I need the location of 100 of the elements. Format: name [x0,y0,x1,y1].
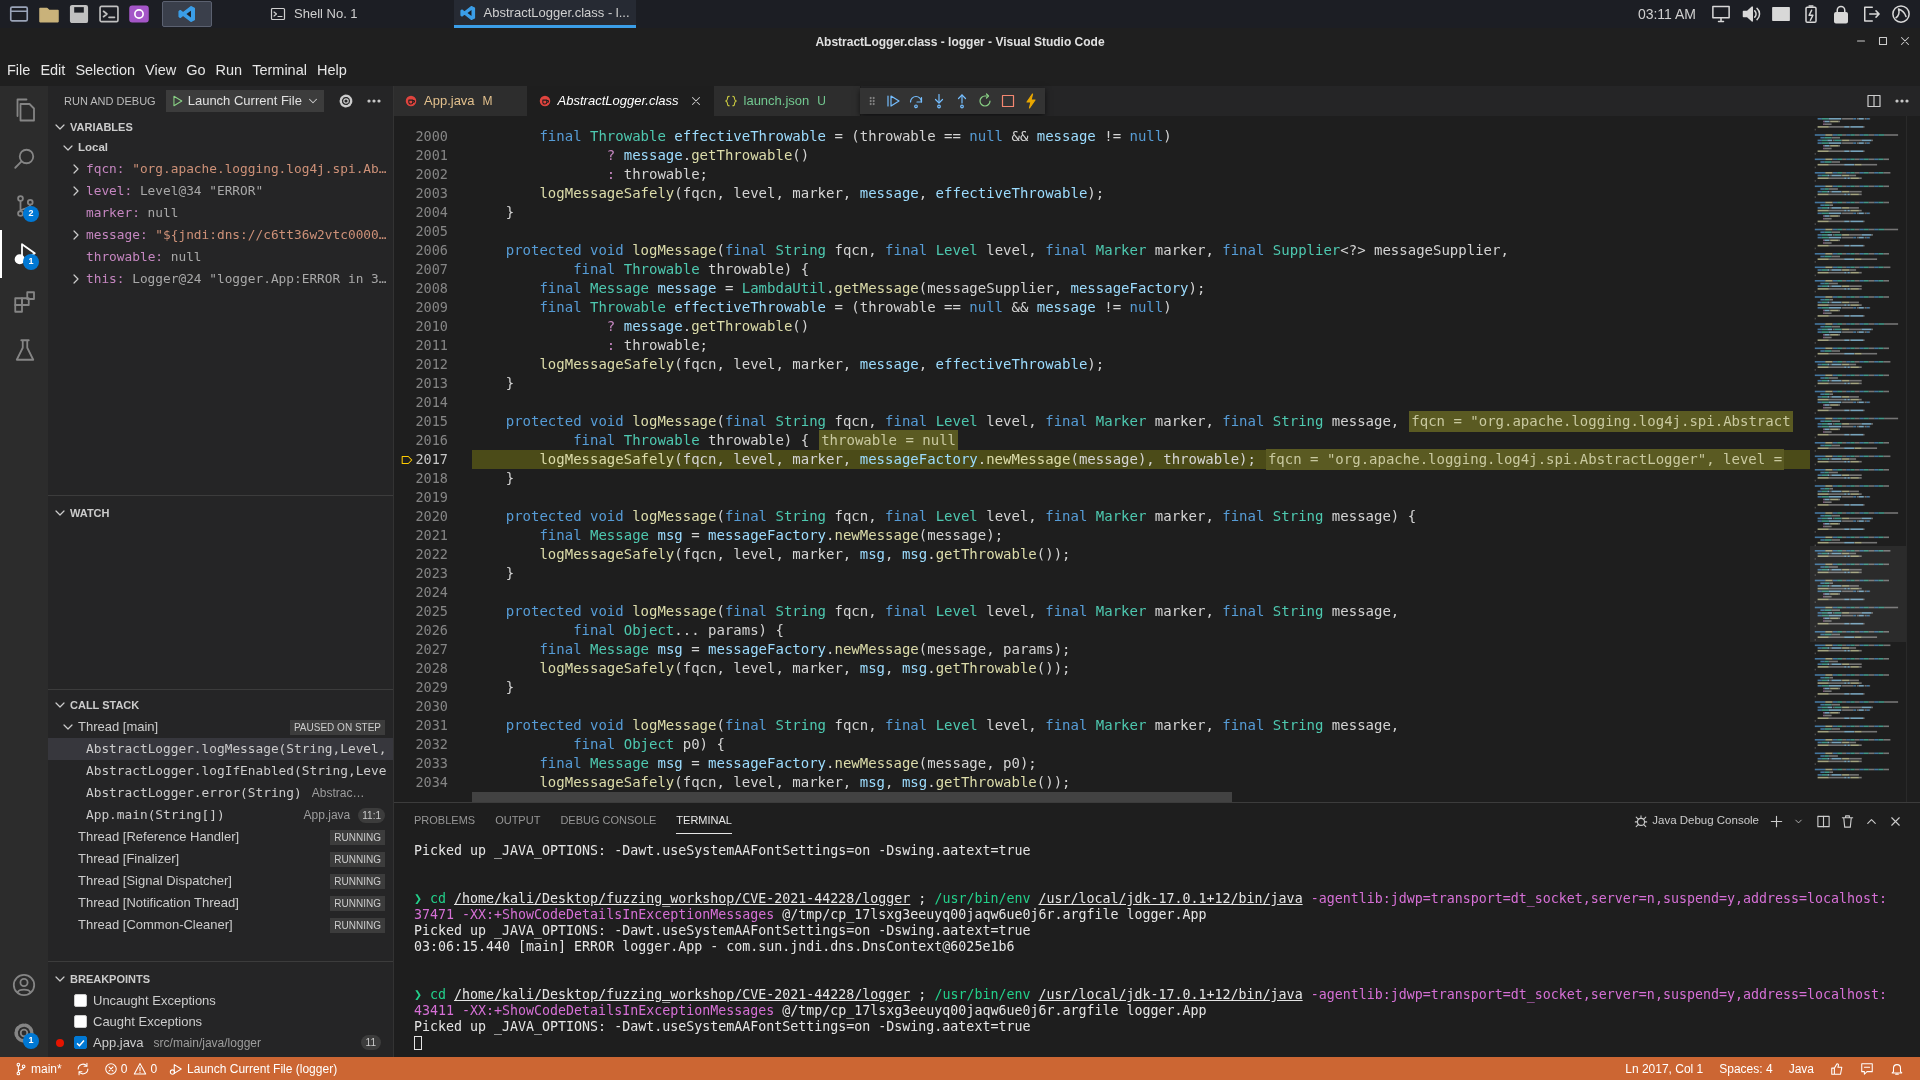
volume-icon[interactable] [1741,4,1761,24]
line-number: 2016 [414,431,448,451]
stack-frame[interactable]: AbstractLogger.logMessage(String,Level, [48,738,393,760]
terminal-line: Picked up _JAVA_OPTIONS: -Dawt.useSystemAAFontSettings=on -Dswing.aatext=true [414,843,1032,859]
lock-icon[interactable] [1831,4,1851,24]
bell-icon[interactable] [1890,1061,1904,1076]
maximize-icon[interactable] [1876,34,1890,48]
panel-tab[interactable]: TERMINAL [676,808,732,834]
thread-item[interactable]: Thread [Reference Handler] [78,827,240,847]
code-line: ? message.getThrowable() [605,317,810,336]
menu-item[interactable]: Help [311,60,352,82]
section-header[interactable]: VARIABLES [70,118,133,136]
error-icon [103,1061,118,1076]
split-editor-icon[interactable] [1866,93,1882,109]
language-mode[interactable]: Java [1780,1059,1822,1078]
editor-tab[interactable]: App.java M [394,86,528,116]
panel-tab[interactable]: DEBUG CONSOLE [560,808,657,834]
variable-item[interactable]: throwable: null [86,247,202,267]
like-icon[interactable] [1830,1061,1844,1076]
section-header[interactable]: CALL STACK [70,696,140,714]
branch-indicator[interactable]: main* [8,1059,68,1078]
launch-configuration-dropdown[interactable]: Launch Current File [165,90,324,112]
app-menu-icon[interactable] [8,3,30,25]
account-icon[interactable] [12,973,36,997]
code-line: } [504,678,515,697]
variable-item[interactable]: level: Level@34 "ERROR" [86,181,264,201]
close-icon[interactable] [1898,34,1912,48]
split-terminal-icon[interactable] [1816,813,1831,829]
new-terminal-icon[interactable] [1769,813,1784,829]
thread-item[interactable]: Thread [Signal Dispatcher] [78,871,232,891]
scope-label[interactable]: Local [78,139,109,157]
code-line: : throwable; [605,336,708,355]
thread-item[interactable]: Thread [Notification Thread] [78,893,239,913]
menu-item[interactable]: Edit [35,60,71,82]
menu-item[interactable]: Go [181,60,211,82]
thread-item[interactable]: Thread [main] [78,717,159,737]
editor-tab[interactable]: launch.json U [713,86,861,116]
run-debug-icon[interactable] [13,242,37,266]
menu-item[interactable]: Run [210,60,248,82]
code-line: logMessageSafely(fqcn, level, marker, msg, msg.getThrowable()); [538,773,1071,792]
breakpoint-label[interactable]: App.java [93,1032,144,1053]
feedback-icon[interactable] [1860,1061,1874,1076]
line-number: 2015 [414,412,448,432]
flask-icon[interactable] [13,338,37,362]
code-line: : throwable; [605,165,708,184]
taskbar-app[interactable]: AbstractLogger.class - l... [453,0,636,28]
status-badge: RUNNING [330,873,385,889]
thread-item[interactable]: Thread [Finalizer] [78,849,180,869]
menu-item[interactable]: View [140,60,182,82]
terminal-selector[interactable]: Java Debug Console [1634,812,1759,830]
stop-icon[interactable] [1000,93,1016,109]
extensions-icon[interactable] [13,290,37,314]
menu-item[interactable]: File [2,60,36,82]
settings-icon[interactable] [337,93,354,109]
stack-frame[interactable]: AbstractLogger.error(String) Abstrac… [48,782,393,804]
breakpoint-label[interactable]: Uncaught Exceptions [93,990,216,1011]
variable-item[interactable]: this: Logger@24 "logger.App:ERROR in 3… [86,269,387,289]
code-editor-icon [459,4,476,21]
line-number: 2030 [414,697,448,717]
document-icon[interactable] [68,3,90,25]
panel-tab[interactable]: OUTPUT [495,808,541,834]
horizontal-scrollbar[interactable] [472,792,1232,802]
terminal-icon[interactable] [98,3,120,25]
logout-icon[interactable] [1861,4,1881,24]
inline-value-hint: throwable = null [819,430,959,451]
thread-item[interactable]: Thread [Common-Cleaner] [78,915,233,935]
menu-item[interactable]: Terminal [247,60,312,82]
editor-launcher-button[interactable] [162,1,212,27]
taskbar-app[interactable]: Shell No. 1 [264,0,364,28]
checkbox[interactable] [74,994,87,1007]
line-number: 2007 [414,260,448,280]
continue-icon[interactable] [885,93,901,109]
section-header[interactable]: WATCH [70,504,110,522]
menu-item[interactable]: Selection [70,60,141,82]
variable-item[interactable]: marker: null [86,203,179,223]
display-icon[interactable] [1771,4,1791,24]
checkbox[interactable] [74,1036,87,1049]
variable-item[interactable]: fqcn: "org.apache.logging.log4j.spi.Ab… [86,159,387,179]
network-icon[interactable] [1711,4,1731,24]
panel-tab[interactable]: PROBLEMS [414,808,476,834]
breakpoint-label[interactable]: Caught Exceptions [93,1011,203,1032]
variable-item[interactable]: message: "${jndi:dns://c6tt36w2vtc0000… [86,225,387,245]
step-over-icon[interactable] [908,93,924,109]
code-line: } [504,564,515,583]
system-icon[interactable] [1891,4,1911,24]
stack-frame[interactable]: App.main(String[]) App.java 11:1 [48,804,393,826]
stack-frame[interactable]: AbstractLogger.logIfEnabled(String,Leve [48,760,393,782]
trash-icon[interactable] [1840,813,1855,829]
section-header[interactable]: BREAKPOINTS [70,970,151,988]
settings-icon[interactable] [12,1021,36,1045]
launch-indicator[interactable]: Launch Current File (logger) [163,1059,344,1078]
application-icon[interactable] [128,3,150,25]
sync-icon[interactable] [75,1061,90,1076]
cursor-position[interactable]: Ln 2017, Col 1 [1617,1059,1712,1078]
indentation[interactable]: Spaces: 4 [1711,1059,1781,1078]
search-icon[interactable] [13,146,37,170]
restart-icon[interactable] [977,93,993,109]
editor-tab[interactable]: AbstractLogger.class [527,86,714,116]
checkbox[interactable] [74,1015,87,1028]
problems-indicator[interactable]: 0 0 [97,1059,164,1078]
